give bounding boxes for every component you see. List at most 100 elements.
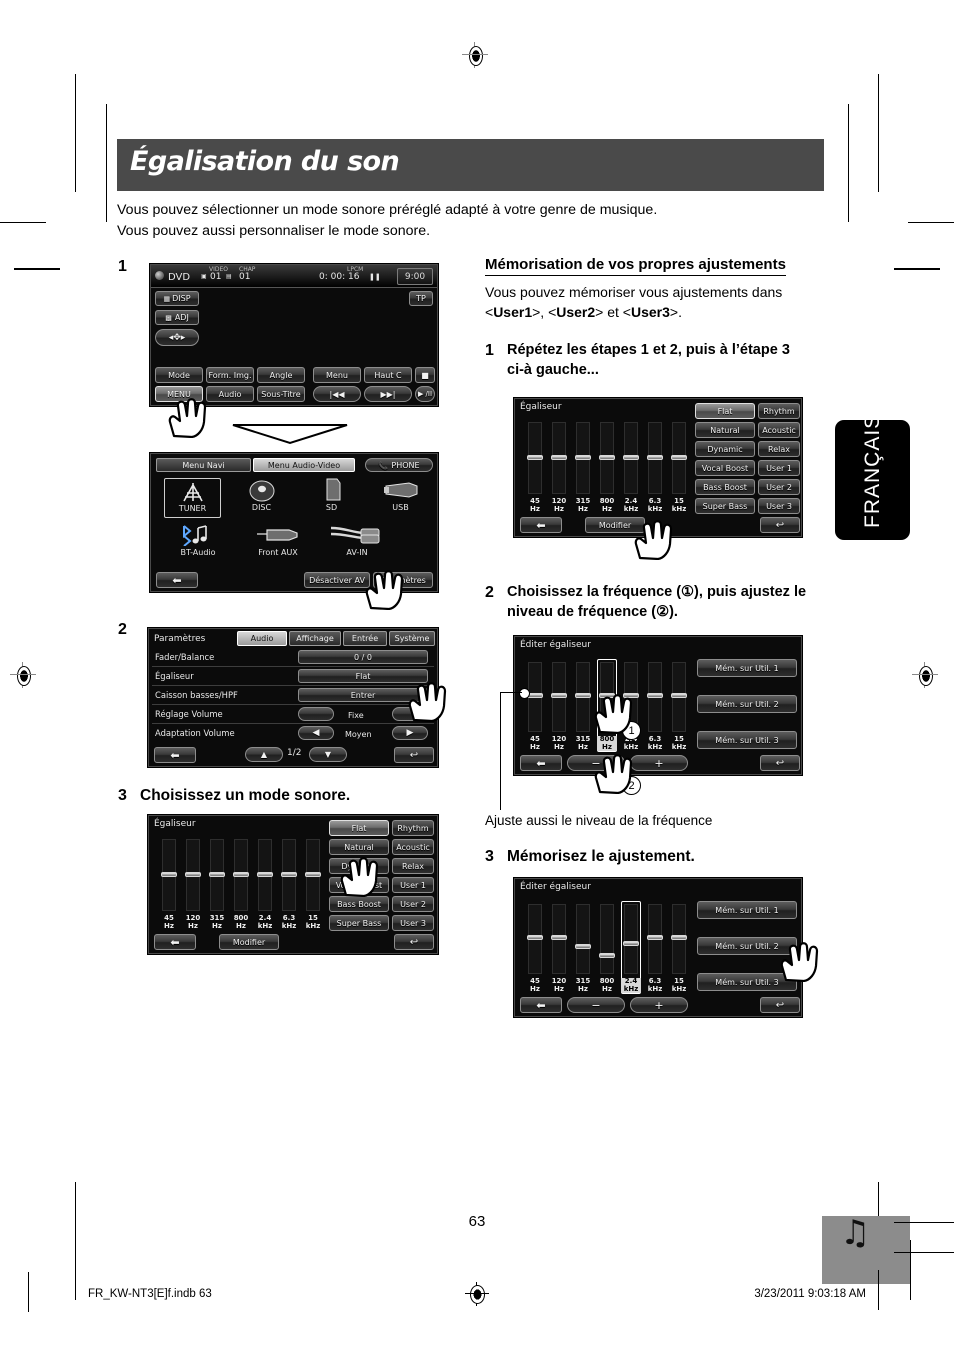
- setting-subwoofer-value[interactable]: Entrer: [298, 688, 428, 702]
- dpad-button[interactable]: ◂✥▸: [155, 329, 199, 346]
- setting-equalizer-value[interactable]: Flat: [298, 669, 428, 683]
- format-image-button[interactable]: Form. Img.: [206, 367, 254, 383]
- preset-super-bass[interactable]: Super Bass: [695, 498, 755, 514]
- memorize-user-2-button[interactable]: Mém. sur Util. 2: [697, 695, 797, 713]
- preset-dynamic[interactable]: Dynamic: [695, 441, 755, 457]
- eq-knob[interactable]: [305, 872, 321, 877]
- settings-page-down[interactable]: ▼: [309, 747, 347, 762]
- disp-button[interactable]: ▦ DISP: [155, 291, 199, 306]
- preset-rhythm[interactable]: Rhythm: [758, 403, 800, 419]
- menu-disc-button[interactable]: Menu: [313, 367, 361, 383]
- eq-knob[interactable]: [281, 872, 297, 877]
- preset-flat[interactable]: Flat: [329, 820, 389, 836]
- level-plus-button[interactable]: +: [630, 755, 688, 771]
- source-disc[interactable]: DISC: [234, 480, 289, 516]
- deactivate-av-button[interactable]: Désactiver AV: [304, 572, 370, 588]
- eq-knob[interactable]: [185, 872, 201, 877]
- equalizer-exit-button[interactable]: ↩: [394, 934, 434, 950]
- preset-acoustic[interactable]: Acoustic: [392, 839, 434, 855]
- eq-knob[interactable]: [527, 455, 543, 460]
- memorize-user-3-button[interactable]: Mém. sur Util. 3: [697, 973, 797, 991]
- eq-knob[interactable]: [599, 953, 615, 958]
- preset-bass-boost[interactable]: Bass Boost: [695, 479, 755, 495]
- tab-entree[interactable]: Entrée: [343, 631, 387, 646]
- subtitle-button[interactable]: Sous-Titre: [257, 386, 305, 402]
- setting-adaptation-prev[interactable]: ◀: [298, 726, 334, 740]
- adj-button[interactable]: ▩ ADJ: [155, 310, 199, 325]
- phone-button[interactable]: 📞 PHONE: [365, 458, 433, 472]
- preset-flat[interactable]: Flat: [695, 403, 755, 419]
- angle-button[interactable]: Angle: [257, 367, 305, 383]
- tab-audio[interactable]: Audio: [237, 631, 287, 646]
- editor-exit-button[interactable]: ↩: [760, 997, 800, 1013]
- settings-page-up[interactable]: ▲: [245, 747, 283, 762]
- eq-knob[interactable]: [623, 455, 639, 460]
- preset-user-2[interactable]: User 2: [758, 479, 800, 495]
- settings-button[interactable]: Paramètres: [373, 572, 433, 588]
- setting-volume-prev[interactable]: [298, 707, 334, 721]
- setting-adaptation-next[interactable]: ▶: [392, 726, 428, 740]
- eq-knob[interactable]: [161, 872, 177, 877]
- eq-knob[interactable]: [671, 693, 687, 698]
- stop-button[interactable]: ■: [415, 367, 435, 383]
- source-usb[interactable]: USB: [373, 478, 428, 516]
- menu-button[interactable]: MENU: [155, 386, 203, 402]
- level-minus-button[interactable]: −: [567, 755, 625, 771]
- eq-knob[interactable]: [233, 872, 249, 877]
- modifier-button[interactable]: Modifier: [219, 934, 279, 950]
- preset-super-bass[interactable]: Super Bass: [329, 915, 389, 931]
- eq-knob[interactable]: [575, 693, 591, 698]
- eq-knob[interactable]: [209, 872, 225, 877]
- eq-knob[interactable]: [551, 455, 567, 460]
- preset-user-3[interactable]: User 3: [392, 915, 434, 931]
- preset-natural[interactable]: Natural: [329, 839, 389, 855]
- source-front-aux[interactable]: Front AUX: [239, 524, 317, 560]
- settings-back-button[interactable]: ⬅: [154, 747, 196, 763]
- eq-knob[interactable]: [647, 935, 663, 940]
- level-minus-button[interactable]: −: [567, 997, 625, 1013]
- mode-button[interactable]: Mode: [155, 367, 203, 383]
- equalizer-exit-button[interactable]: ↩: [760, 517, 800, 533]
- tab-affichage[interactable]: Affichage: [289, 631, 341, 646]
- memorize-user-3-button[interactable]: Mém. sur Util. 3: [697, 731, 797, 749]
- eq-knob[interactable]: [671, 455, 687, 460]
- preset-user-2[interactable]: User 2: [392, 896, 434, 912]
- tab-menu-navi[interactable]: Menu Navi: [156, 458, 251, 472]
- next-button[interactable]: ▶▶|: [364, 386, 412, 402]
- eq-knob[interactable]: [527, 935, 543, 940]
- preset-rhythm[interactable]: Rhythm: [392, 820, 434, 836]
- preset-natural[interactable]: Natural: [695, 422, 755, 438]
- source-tuner[interactable]: TUNER: [164, 478, 221, 518]
- eq-band[interactable]: [576, 904, 590, 974]
- tab-systeme[interactable]: Système: [389, 631, 435, 646]
- eq-knob[interactable]: [647, 455, 663, 460]
- setting-volume-next[interactable]: [392, 707, 428, 721]
- eq-knob[interactable]: [599, 455, 615, 460]
- eq-knob[interactable]: [575, 944, 591, 949]
- tab-menu-audio-video[interactable]: Menu Audio-Video: [253, 458, 355, 472]
- source-sd[interactable]: SD: [304, 478, 359, 516]
- tp-button[interactable]: TP: [409, 291, 433, 306]
- editor-exit-button[interactable]: ↩: [760, 755, 800, 771]
- source-bt-audio[interactable]: BT-Audio: [164, 524, 232, 560]
- setting-fader-value[interactable]: 0 / 0: [298, 650, 428, 664]
- eq-knob[interactable]: [257, 872, 273, 877]
- preset-user-1[interactable]: User 1: [392, 877, 434, 893]
- eq-knob[interactable]: [623, 693, 639, 698]
- source-av-in[interactable]: AV-IN: [321, 524, 393, 560]
- preset-vocal-boost[interactable]: Vocal Boost: [329, 877, 389, 893]
- preset-vocal-boost[interactable]: Vocal Boost: [695, 460, 755, 476]
- previous-button[interactable]: |◀◀: [313, 386, 361, 402]
- audio-button[interactable]: Audio: [206, 386, 254, 402]
- menu-back-button[interactable]: ⬅: [156, 572, 198, 588]
- modifier-button[interactable]: Modifier: [585, 517, 645, 533]
- eq-knob[interactable]: [575, 455, 591, 460]
- memorize-user-2-button[interactable]: Mém. sur Util. 2: [697, 937, 797, 955]
- preset-user-3[interactable]: User 3: [758, 498, 800, 514]
- settings-exit-button[interactable]: ↩: [394, 747, 434, 763]
- eq-knob[interactable]: [647, 693, 663, 698]
- editor-back-button[interactable]: ⬅: [520, 755, 562, 771]
- play-pause-button[interactable]: ▶ /II: [415, 386, 435, 402]
- memorize-user-1-button[interactable]: Mém. sur Util. 1: [697, 901, 797, 919]
- eq-knob[interactable]: [599, 693, 615, 698]
